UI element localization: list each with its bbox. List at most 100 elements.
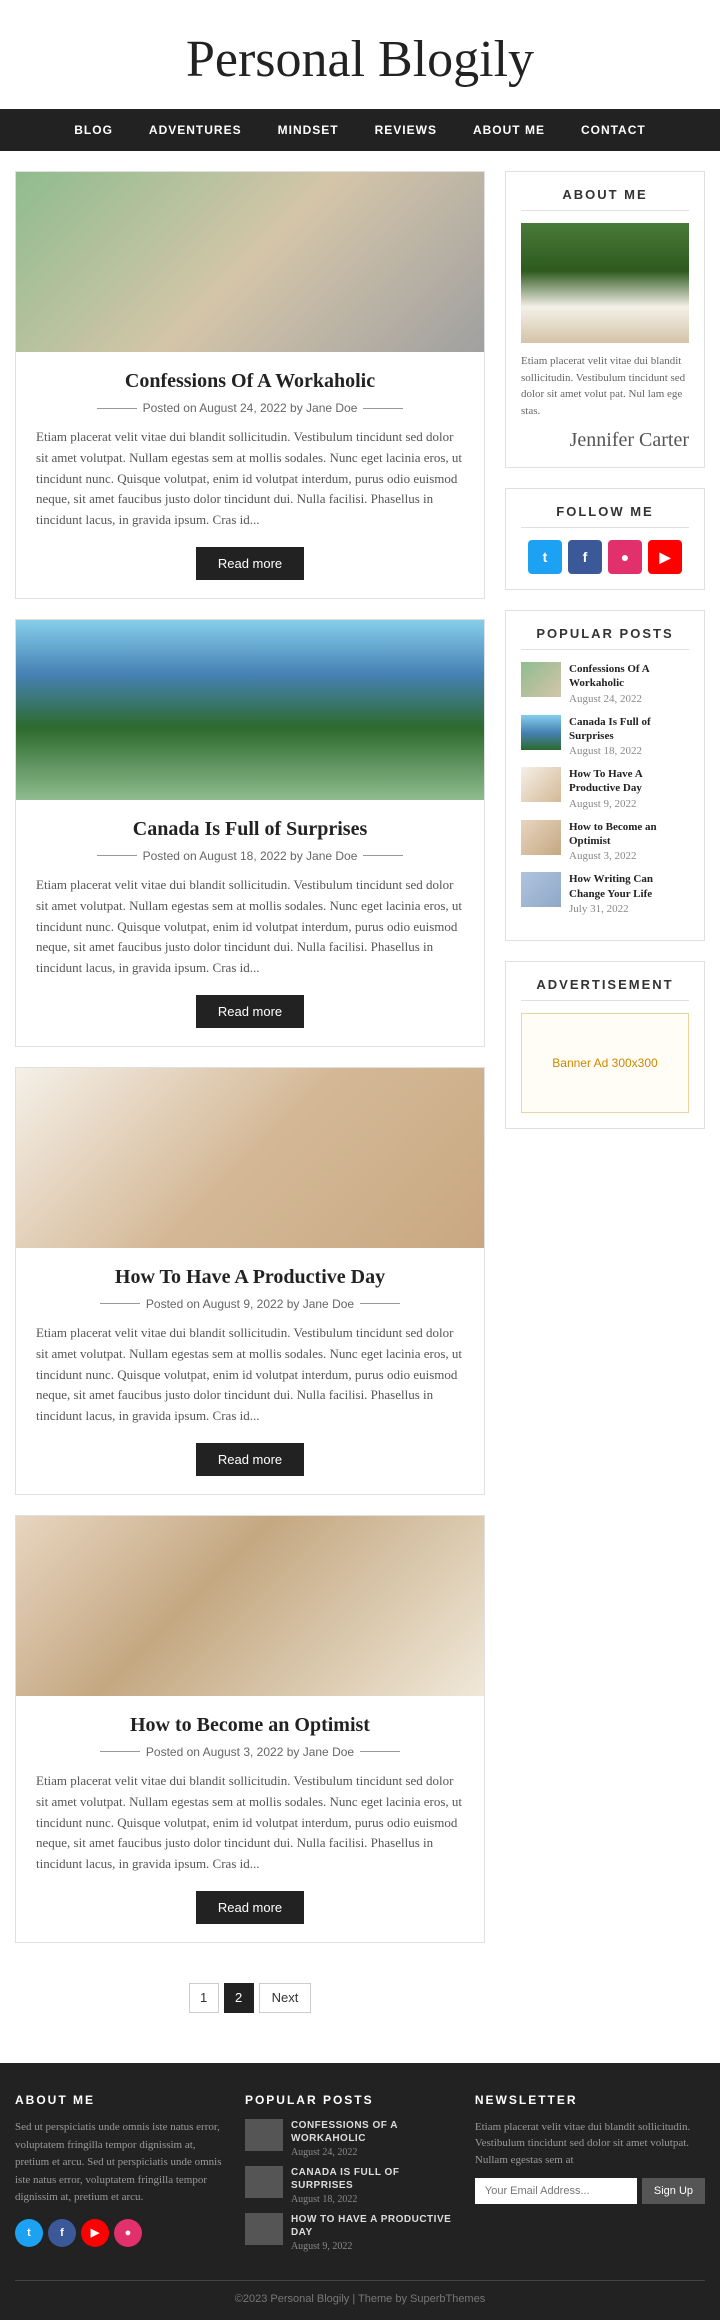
footer-post-date-2: August 9, 2022 <box>291 2241 455 2252</box>
instagram-icon[interactable]: ● <box>608 540 642 574</box>
footer-about-text: Sed ut perspiciatis unde omnis iste natu… <box>15 2119 225 2207</box>
popular-post-item-3[interactable]: How to Become an Optimist August 3, 2022 <box>521 820 689 863</box>
ad-title: ADVERTISEMENT <box>521 977 689 1001</box>
read-more-button-1[interactable]: Read more <box>196 995 304 1028</box>
site-footer: ABOUT ME Sed ut perspiciatis unde omnis … <box>0 2063 720 2320</box>
nav-link-reviews[interactable]: REVIEWS <box>357 109 455 151</box>
post-image-0 <box>16 172 484 352</box>
newsletter-email-input[interactable] <box>475 2178 637 2204</box>
popular-post-thumb-2 <box>521 767 561 802</box>
newsletter-text: Etiam placerat velit vitae dui blandit s… <box>475 2119 705 2169</box>
post-card-0: Confessions Of A Workaholic Posted on Au… <box>15 171 485 599</box>
post-excerpt-2: Etiam placerat velit vitae dui blandit s… <box>36 1323 464 1427</box>
popular-posts-widget: POPULAR POSTS Confessions Of A Workaholi… <box>505 610 705 941</box>
post-meta-1: Posted on August 18, 2022 by Jane Doe <box>36 849 464 863</box>
popular-post-title-4: How Writing Can Change Your Life <box>569 872 689 901</box>
footer-twitter-icon[interactable]: t <box>15 2219 43 2247</box>
post-title-1: Canada Is Full of Surprises <box>36 818 464 841</box>
footer-post-date-1: August 18, 2022 <box>291 2194 455 2205</box>
post-title-3: How to Become an Optimist <box>36 1714 464 1737</box>
footer-post-date-0: August 24, 2022 <box>291 2147 455 2158</box>
popular-post-info-4: How Writing Can Change Your Life July 31… <box>569 872 689 915</box>
popular-post-date-4: July 31, 2022 <box>569 903 689 915</box>
ad-box: Banner Ad 300x300 <box>521 1013 689 1113</box>
read-more-button-2[interactable]: Read more <box>196 1443 304 1476</box>
popular-post-item-2[interactable]: How To Have A Productive Day August 9, 2… <box>521 767 689 810</box>
post-image-1 <box>16 620 484 800</box>
footer-social-icons: t f ▶ ● <box>15 2219 225 2247</box>
popular-posts-title: POPULAR POSTS <box>521 626 689 650</box>
follow-me-title: FOLLOW ME <box>521 504 689 528</box>
popular-post-thumb-0 <box>521 662 561 697</box>
post-meta-0: Posted on August 24, 2022 by Jane Doe <box>36 401 464 415</box>
post-meta-2: Posted on August 9, 2022 by Jane Doe <box>36 1297 464 1311</box>
footer-post-info-2: HOW TO HAVE A PRODUCTIVE DAY August 9, 2… <box>291 2213 455 2252</box>
popular-post-thumb-3 <box>521 820 561 855</box>
social-icons: t f ● ▶ <box>521 540 689 574</box>
footer-popular-widget: POPULAR POSTS CONFESSIONS OF A WORKAHOLI… <box>245 2093 455 2260</box>
popular-post-title-0: Confessions Of A Workaholic <box>569 662 689 691</box>
footer-popular-item-1[interactable]: CANADA IS FULL OF SURPRISES August 18, 2… <box>245 2166 455 2205</box>
about-me-title: ABOUT ME <box>521 187 689 211</box>
read-more-button-0[interactable]: Read more <box>196 547 304 580</box>
ad-text: Banner Ad 300x300 <box>552 1056 657 1070</box>
footer-about-widget: ABOUT ME Sed ut perspiciatis unde omnis … <box>15 2093 225 2260</box>
newsletter-form: Sign Up <box>475 2178 705 2204</box>
popular-post-item-1[interactable]: Canada Is Full of Surprises August 18, 2… <box>521 715 689 758</box>
post-title-2: How To Have A Productive Day <box>36 1266 464 1289</box>
footer-facebook-icon[interactable]: f <box>48 2219 76 2247</box>
nav-link-about-me[interactable]: ABOUT ME <box>455 109 563 151</box>
popular-post-info-0: Confessions Of A Workaholic August 24, 2… <box>569 662 689 705</box>
popular-post-date-2: August 9, 2022 <box>569 798 689 810</box>
post-excerpt-3: Etiam placerat velit vitae dui blandit s… <box>36 1771 464 1875</box>
page-1-link[interactable]: 1 <box>189 1983 219 2013</box>
sidebar: ABOUT ME Etiam placerat velit vitae dui … <box>505 171 705 2043</box>
popular-post-item-0[interactable]: Confessions Of A Workaholic August 24, 2… <box>521 662 689 705</box>
post-card-1: Canada Is Full of Surprises Posted on Au… <box>15 619 485 1047</box>
nav-link-blog[interactable]: BLOG <box>56 109 131 151</box>
about-me-image <box>521 223 689 343</box>
facebook-icon[interactable]: f <box>568 540 602 574</box>
popular-post-thumb-1 <box>521 715 561 750</box>
post-excerpt-1: Etiam placerat velit vitae dui blandit s… <box>36 875 464 979</box>
newsletter-signup-button[interactable]: Sign Up <box>642 2178 705 2204</box>
post-image-2 <box>16 1068 484 1248</box>
footer-post-title-2: HOW TO HAVE A PRODUCTIVE DAY <box>291 2213 455 2239</box>
post-card-3: How to Become an Optimist Posted on Augu… <box>15 1515 485 1943</box>
pagination: 1 2 Next <box>15 1963 485 2043</box>
read-more-button-3[interactable]: Read more <box>196 1891 304 1924</box>
twitter-icon[interactable]: t <box>528 540 562 574</box>
nav-link-mindset[interactable]: MINDSET <box>260 109 357 151</box>
popular-post-info-2: How To Have A Productive Day August 9, 2… <box>569 767 689 810</box>
footer-instagram-icon[interactable]: ● <box>114 2219 142 2247</box>
about-signature: Jennifer Carter <box>521 429 689 452</box>
footer-post-title-1: CANADA IS FULL OF SURPRISES <box>291 2166 455 2192</box>
footer-popular-item-0[interactable]: CONFESSIONS OF A WORKAHOLIC August 24, 2… <box>245 2119 455 2158</box>
footer-about-title: ABOUT ME <box>15 2093 225 2107</box>
nav-link-adventures[interactable]: ADVENTURES <box>131 109 260 151</box>
footer-post-info-1: CANADA IS FULL OF SURPRISES August 18, 2… <box>291 2166 455 2205</box>
youtube-icon[interactable]: ▶ <box>648 540 682 574</box>
post-excerpt-0: Etiam placerat velit vitae dui blandit s… <box>36 427 464 531</box>
popular-post-title-1: Canada Is Full of Surprises <box>569 715 689 744</box>
popular-post-item-4[interactable]: How Writing Can Change Your Life July 31… <box>521 872 689 915</box>
popular-post-title-2: How To Have A Productive Day <box>569 767 689 796</box>
footer-popular-item-2[interactable]: HOW TO HAVE A PRODUCTIVE DAY August 9, 2… <box>245 2213 455 2252</box>
footer-post-info-0: CONFESSIONS OF A WORKAHOLIC August 24, 2… <box>291 2119 455 2158</box>
popular-post-date-3: August 3, 2022 <box>569 850 689 862</box>
page-2-link[interactable]: 2 <box>224 1983 254 2013</box>
post-meta-3: Posted on August 3, 2022 by Jane Doe <box>36 1745 464 1759</box>
popular-post-date-1: August 18, 2022 <box>569 745 689 757</box>
post-image-3 <box>16 1516 484 1696</box>
nav-link-contact[interactable]: CONTACT <box>563 109 664 151</box>
next-page-link[interactable]: Next <box>259 1983 312 2013</box>
site-header: Personal Blogily <box>0 0 720 109</box>
footer-youtube-icon[interactable]: ▶ <box>81 2219 109 2247</box>
post-title-0: Confessions Of A Workaholic <box>36 370 464 393</box>
popular-post-title-3: How to Become an Optimist <box>569 820 689 849</box>
about-me-text: Etiam placerat velit vitae dui blandit s… <box>521 353 689 419</box>
copyright-text: ©2023 Personal Blogily | Theme by Superb… <box>235 2293 485 2305</box>
popular-post-info-3: How to Become an Optimist August 3, 2022 <box>569 820 689 863</box>
footer-bottom: ©2023 Personal Blogily | Theme by Superb… <box>15 2280 705 2305</box>
follow-me-widget: FOLLOW ME t f ● ▶ <box>505 488 705 590</box>
